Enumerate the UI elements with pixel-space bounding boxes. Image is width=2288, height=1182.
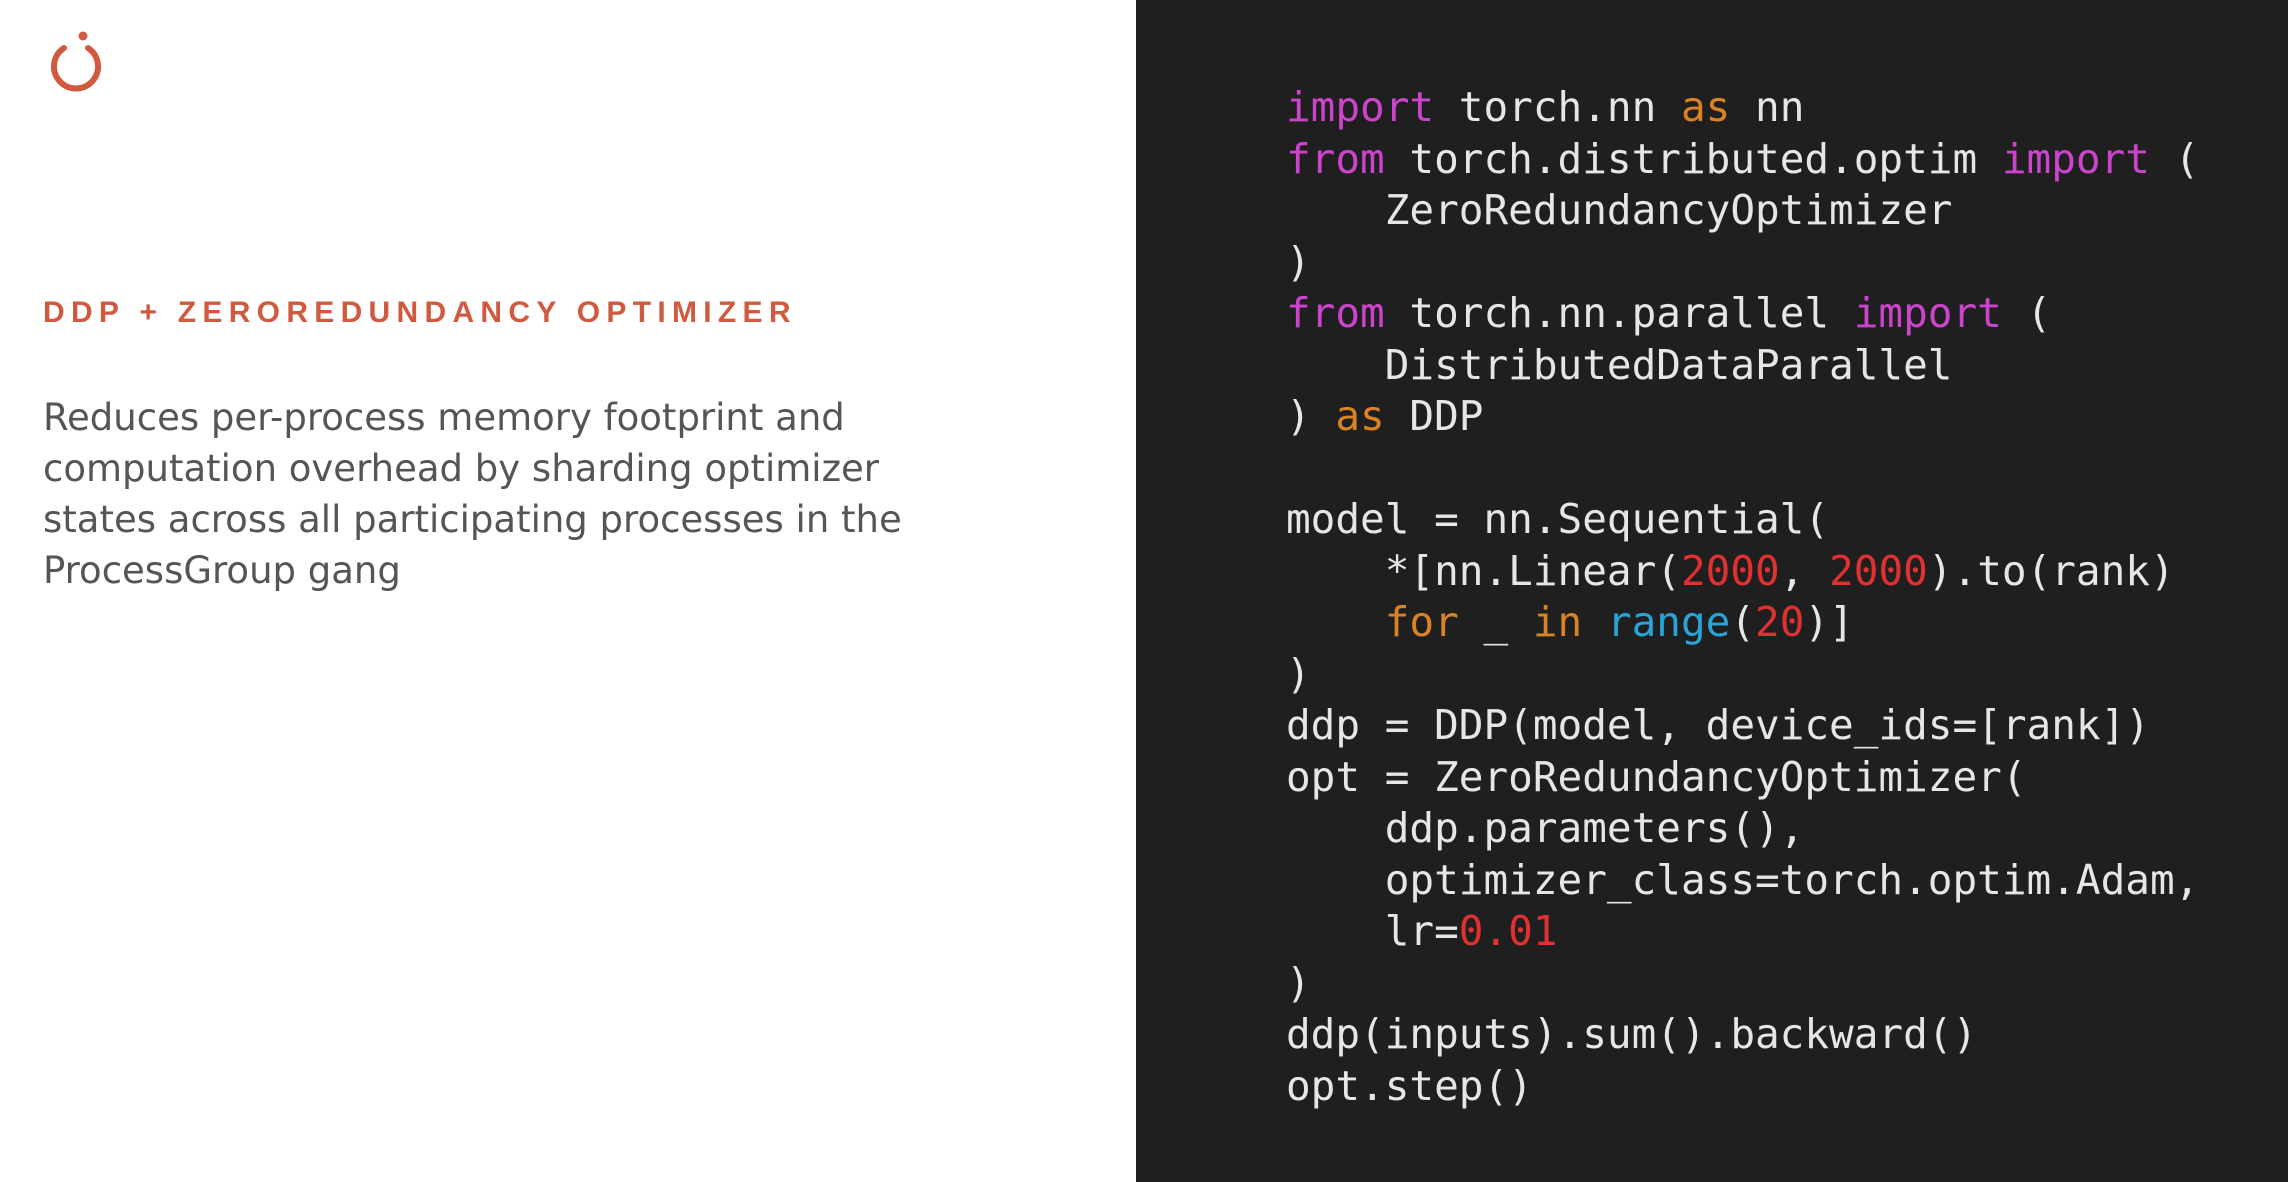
code-token: ZeroRedundancyOptimizer: [1286, 186, 1953, 234]
description-line: Reduces per-process memory footprint and: [43, 396, 845, 439]
code-token: from: [1286, 289, 1385, 337]
code-line: optimizer_class=torch.optim.Adam,: [1286, 855, 2200, 907]
code-token: DDP: [1384, 392, 1484, 440]
code-token: torch.distributed.optim: [1384, 134, 2002, 183]
code-token: ): [1286, 958, 1311, 1007]
code-line: opt.step(): [1286, 1061, 2199, 1113]
code-token: ddp.parameters(),: [1286, 804, 1805, 852]
code-token: ).to(rank): [1927, 546, 2175, 595]
code-line: from torch.distributed.optim import (: [1286, 134, 2199, 186]
code-token: as: [1335, 392, 1385, 440]
code-token: 2000: [1829, 546, 1928, 595]
code-token: model = nn.Sequential(: [1286, 495, 1830, 543]
text-panel: DDP + ZEROREDUNDANCY OPTIMIZER Reduces p…: [0, 0, 1136, 1182]
code-token: 2000: [1680, 546, 1780, 595]
slide: DDP + ZEROREDUNDANCY OPTIMIZER Reduces p…: [0, 0, 2288, 1182]
code-line: ddp(inputs).sum().backward(): [1286, 1009, 2199, 1061]
code-line: lr=0.01: [1286, 906, 2199, 958]
code-token: import: [2001, 134, 2150, 183]
code-token: in: [1532, 598, 1583, 646]
description-line: states across all participating processe…: [43, 498, 902, 541]
code-line: ZeroRedundancyOptimizer: [1286, 185, 2199, 237]
code-token: from: [1286, 134, 1385, 183]
code-line: ddp = DDP(model, device_ids=[rank]): [1286, 700, 2199, 752]
code-token: _: [1458, 598, 1533, 646]
slide-heading: DDP + ZEROREDUNDANCY OPTIMIZER: [43, 296, 797, 329]
code-token: (: [2149, 134, 2200, 183]
code-token: ddp(inputs).sum().backward(): [1286, 1010, 1978, 1058]
code-token: )]: [1804, 598, 1854, 646]
code-token: 20: [1755, 598, 1805, 646]
code-line: from torch.nn.parallel import (: [1286, 288, 2199, 340]
code-token: import: [1286, 83, 1435, 131]
code-line: ) as DDP: [1286, 391, 2199, 443]
code-line: ): [1286, 649, 2199, 701]
slide-description: Reduces per-process memory footprint and…: [43, 392, 923, 596]
code-token: (: [2001, 289, 2052, 337]
code-token: for: [1384, 598, 1459, 646]
code-token: DistributedDataParallel: [1286, 340, 1953, 389]
code-line: *[nn.Linear(2000, 2000).to(rank): [1286, 546, 2199, 598]
code-token: ): [1286, 237, 1311, 286]
code-token: optimizer_class=torch.optim.Adam,: [1286, 855, 2200, 904]
code-token: ,: [1779, 546, 1830, 595]
description-line: computation overhead by sharding optimiz…: [43, 447, 879, 490]
code-token: opt.step(): [1286, 1061, 1533, 1110]
code-token: range: [1606, 598, 1731, 646]
code-line: ): [1286, 958, 2199, 1010]
pytorch-logo-icon: [51, 31, 101, 92]
code-token: ): [1286, 649, 1311, 698]
code-token: ddp = DDP(model, device_ids=[rank]): [1286, 701, 2150, 749]
code-token: (: [1730, 598, 1756, 646]
code-line: model = nn.Sequential(: [1286, 494, 2199, 546]
description-line: ProcessGroup gang: [43, 549, 401, 592]
code-token: torch.nn: [1434, 83, 1681, 131]
code-token: nn: [1730, 83, 1805, 131]
code-line: ): [1286, 237, 2199, 289]
code-line: DistributedDataParallel: [1286, 340, 2199, 392]
code-token: opt = ZeroRedundancyOptimizer(: [1286, 752, 2027, 801]
code-line: opt = ZeroRedundancyOptimizer(: [1286, 752, 2199, 804]
code-token: lr=: [1286, 907, 1459, 955]
code-token: *[nn.Linear(: [1286, 546, 1681, 595]
code-line: ddp.parameters(),: [1286, 803, 2199, 855]
code-token: torch.nn.parallel: [1384, 289, 1854, 337]
code-line: for _ in range(20)]: [1286, 597, 2199, 649]
code-token: 0.01: [1458, 907, 1558, 955]
code-token: as: [1680, 83, 1731, 131]
code-block: import torch.nn as nn from torch.distribu…: [1286, 82, 2199, 1112]
code-line: import torch.nn as nn: [1286, 82, 2199, 134]
code-token: ): [1286, 392, 1336, 440]
code-token: import: [1853, 289, 2002, 337]
